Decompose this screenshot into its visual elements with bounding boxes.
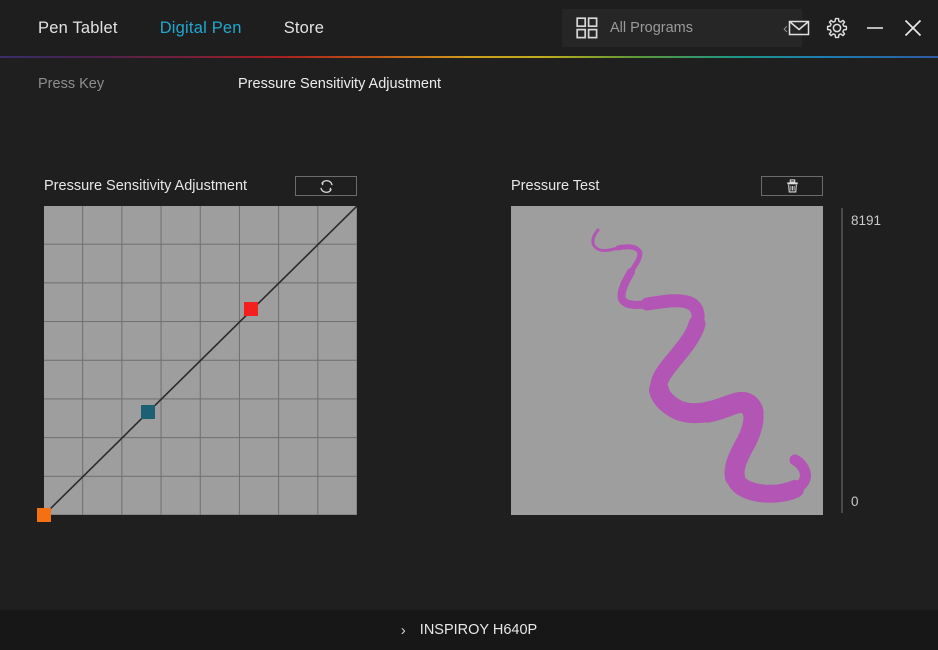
tab-pen-tablet[interactable]: Pen Tablet	[38, 0, 118, 56]
window-controls	[788, 0, 924, 56]
subtab-press-key[interactable]: Press Key	[38, 58, 104, 110]
device-selector[interactable]: › INSPIROY H640P	[401, 622, 537, 638]
all-programs-label: All Programs	[610, 20, 783, 36]
chevron-right-icon: ›	[401, 623, 406, 638]
pressure-gauge-max-label: 8191	[851, 213, 881, 228]
curve-control-point-high[interactable]	[244, 302, 258, 316]
curve-control-point-mid[interactable]	[141, 405, 155, 419]
tab-store[interactable]: Store	[284, 0, 324, 56]
device-status-bar: › INSPIROY H640P	[0, 610, 938, 650]
pressure-stroke	[511, 206, 823, 515]
minimize-icon[interactable]	[864, 17, 886, 39]
pressure-test-canvas[interactable]	[511, 206, 823, 515]
test-panel-title: Pressure Test	[511, 178, 599, 194]
pen-tablet-driver-window: Pen Tablet Digital Pen Store All Program…	[0, 0, 938, 650]
settings-gear-icon[interactable]	[826, 17, 848, 39]
tab-digital-pen[interactable]: Digital Pen	[160, 0, 242, 56]
pressure-gauge-track	[841, 208, 843, 513]
mail-icon[interactable]	[788, 17, 810, 39]
refresh-icon	[318, 178, 335, 195]
curve-line	[44, 206, 357, 515]
curve-panel-title: Pressure Sensitivity Adjustment	[44, 178, 247, 194]
grid-icon	[576, 17, 598, 39]
curve-control-point-low[interactable]	[37, 508, 51, 522]
pressure-curve-chart[interactable]	[44, 206, 357, 515]
sub-tab-bar: Press Key Pressure Sensitivity Adjustmen…	[0, 58, 938, 110]
clear-drawing-button[interactable]	[761, 176, 823, 196]
reset-curve-button[interactable]	[295, 176, 357, 196]
all-programs-dropdown[interactable]: All Programs ‹	[562, 9, 802, 47]
subtab-pressure-sensitivity-adjustment[interactable]: Pressure Sensitivity Adjustment	[238, 58, 441, 110]
main-tab-bar: Pen Tablet Digital Pen Store	[38, 0, 324, 56]
title-bar: Pen Tablet Digital Pen Store All Program…	[0, 0, 938, 56]
device-name-label: INSPIROY H640P	[420, 622, 537, 638]
close-icon[interactable]	[902, 17, 924, 39]
trash-icon	[785, 178, 800, 194]
pressure-gauge-min-label: 0	[851, 494, 859, 509]
